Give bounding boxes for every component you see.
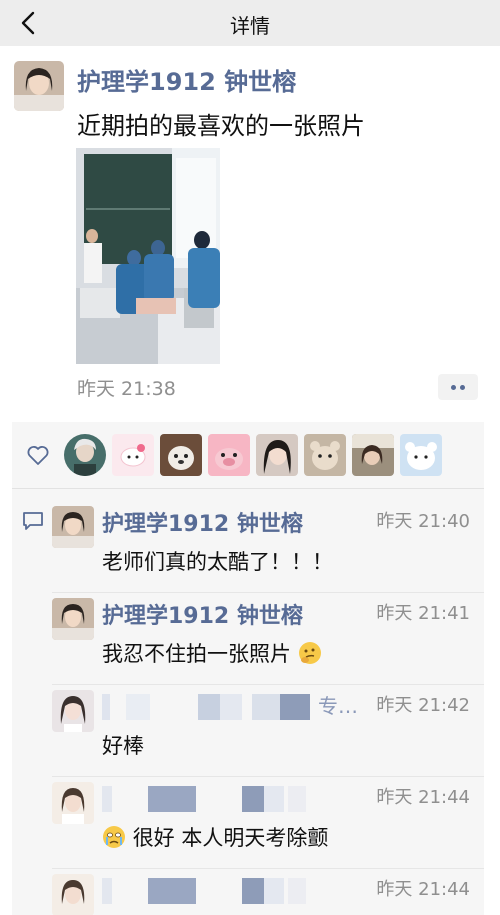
like-avatar[interactable] [256, 434, 298, 476]
comment-time: 昨天 21:42 [376, 695, 470, 716]
commenter-name-partial[interactable]: 专… [318, 690, 358, 719]
comment-text-content: 我忍不住拍一张照片 [102, 642, 291, 666]
like-avatar[interactable] [352, 434, 394, 476]
likes-comments-panel: 护理学1912 钟世榕 昨天 21:40 老师们真的太酷了！！！ 护理学1912… [12, 422, 484, 915]
post-time: 昨天 21:38 [77, 378, 176, 400]
dot-icon [460, 385, 465, 390]
commenter-avatar[interactable] [52, 506, 94, 548]
comment-time: 昨天 21:44 [376, 879, 470, 900]
commenter-name[interactable]: 护理学1912 钟世榕 [102, 598, 303, 630]
post-photo[interactable] [76, 148, 220, 364]
commenter-avatar[interactable] [52, 690, 94, 732]
comment-time: 昨天 21:40 [376, 511, 470, 532]
like-avatar[interactable] [64, 434, 106, 476]
commenter-name-blurred[interactable] [102, 786, 372, 812]
navbar: 详情 [0, 0, 500, 46]
commenter-avatar[interactable] [52, 598, 94, 640]
comment-text: 我忍不住拍一张照片 [102, 638, 322, 668]
comment-divider [52, 684, 484, 685]
heart-icon [27, 446, 49, 465]
like-avatar[interactable] [400, 434, 442, 476]
comment-time: 昨天 21:44 [376, 787, 470, 808]
comment-divider [52, 868, 484, 869]
crying-emoji-icon [103, 826, 125, 848]
like-avatar[interactable] [160, 434, 202, 476]
page-title: 详情 [230, 14, 270, 38]
post-author-name[interactable]: 护理学1912 钟世榕 [77, 62, 296, 97]
commenter-name-blurred[interactable] [102, 878, 372, 904]
commenter-avatar[interactable] [52, 874, 94, 915]
commenter-avatar[interactable] [52, 782, 94, 824]
post-author-avatar[interactable] [14, 61, 64, 111]
comment-item[interactable]: 护理学1912 钟世榕 昨天 21:40 老师们真的太酷了！！！ [12, 506, 484, 592]
comment-text: 好棒 [102, 734, 144, 758]
commenter-name[interactable]: 护理学1912 钟世榕 [102, 506, 303, 538]
like-avatar[interactable] [304, 434, 346, 476]
comment-time: 昨天 21:41 [376, 603, 470, 624]
comment-item[interactable]: 昨天 21:44 [12, 868, 484, 915]
dot-icon [451, 385, 456, 390]
comment-divider [52, 592, 484, 593]
likes-divider [12, 488, 484, 489]
comment-item[interactable]: 护理学1912 钟世榕 昨天 21:41 我忍不住拍一张照片 [12, 592, 484, 684]
comment-text: 老师们真的太酷了！！！ [102, 550, 333, 574]
comment-item[interactable]: 昨天 21:44 很好 本人明天考除颤 [12, 776, 484, 868]
comment-item[interactable]: 专… 昨天 21:42 好棒 [12, 684, 484, 776]
post-text: 近期拍的最喜欢的一张照片 [77, 112, 365, 140]
comment-text: 很好 本人明天考除颤 [102, 822, 328, 852]
thinking-emoji-icon [298, 642, 321, 664]
comment-divider [52, 776, 484, 777]
likes-row [12, 422, 484, 488]
like-avatar[interactable] [112, 434, 154, 476]
more-button[interactable] [438, 374, 478, 400]
comment-text-content: 很好 本人明天考除颤 [132, 826, 329, 850]
like-avatar[interactable] [208, 434, 250, 476]
